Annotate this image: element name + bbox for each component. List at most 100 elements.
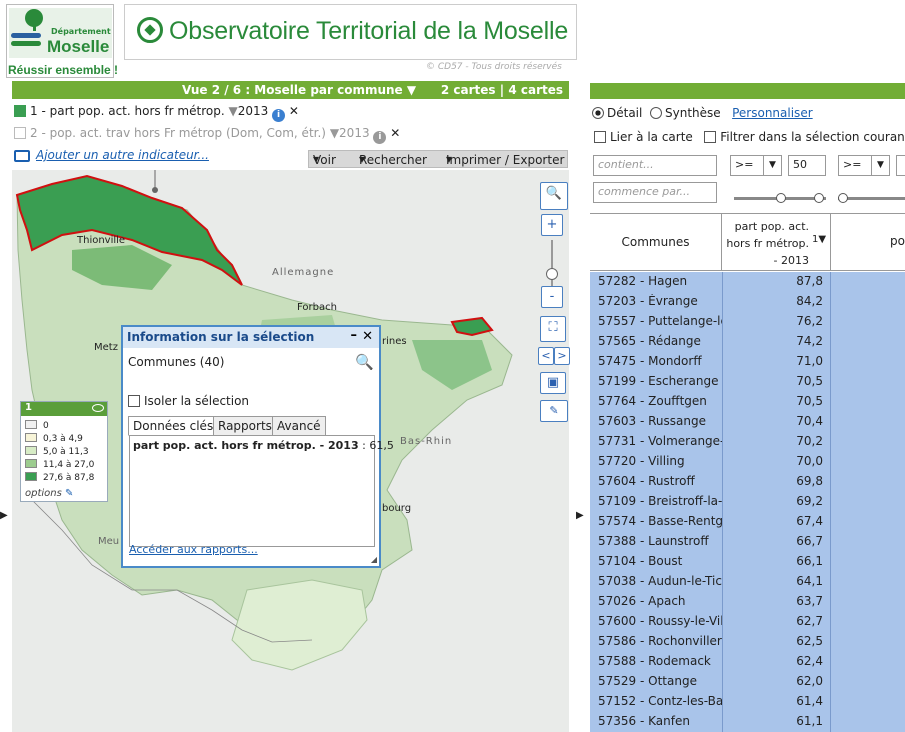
chevron-down-icon[interactable]: ▼: [871, 156, 889, 175]
table-options[interactable]: Lier à la carte Filtrer dans la sélectio…: [594, 130, 905, 144]
view-title-bar[interactable]: Vue 2 / 6 : Moselle par commune ▼ 2 cart…: [12, 81, 569, 99]
table-row[interactable]: 57720 - Villing 70,0: [590, 452, 905, 472]
view-mode-radios[interactable]: Détail Synthèse Personnaliser: [592, 106, 813, 120]
indicator-2-year[interactable]: 2013: [339, 126, 370, 140]
indicator-1-year[interactable]: 2013: [238, 104, 269, 118]
operator-select-2[interactable]: >= ▼: [838, 155, 890, 176]
column-header-communes[interactable]: Communes: [590, 214, 722, 271]
operator-select-1[interactable]: >= ▼: [730, 155, 782, 176]
info-icon[interactable]: i: [272, 109, 286, 122]
search-menu[interactable]: Rechercher ▾: [359, 152, 427, 167]
table-row[interactable]: 57574 - Basse-Rentge 67,4: [590, 512, 905, 532]
print-export-menu[interactable]: Imprimer / Exporter ▾: [446, 152, 564, 167]
middle-splitter-arrow[interactable]: ▶: [576, 510, 584, 521]
commune-name: 57574 - Basse-Rentge: [598, 514, 722, 528]
range-slider-2[interactable]: [838, 193, 905, 203]
pan-right-button[interactable]: >: [554, 347, 570, 365]
sort-indicator[interactable]: 1▼: [812, 234, 826, 245]
layers-button[interactable]: ✎: [540, 400, 568, 422]
starts-with-filter-input[interactable]: commence par...: [593, 182, 717, 203]
isolate-selection[interactable]: Isoler la sélection: [128, 394, 249, 408]
link-map-checkbox[interactable]: [594, 131, 606, 143]
indicator-checkbox[interactable]: [14, 127, 26, 139]
tab-donnees-cles[interactable]: Données clés: [128, 416, 219, 436]
table-row[interactable]: 57565 - Rédange 74,2: [590, 332, 905, 352]
detail-label[interactable]: Détail: [607, 106, 642, 120]
table-row[interactable]: 57199 - Escherange 70,5: [590, 372, 905, 392]
chevron-down-icon[interactable]: ▼: [228, 104, 237, 118]
minimize-icon[interactable]: –: [351, 328, 358, 343]
zoom-in-button[interactable]: +: [541, 214, 563, 236]
synthese-label[interactable]: Synthèse: [665, 106, 721, 120]
reports-link[interactable]: Accéder aux rapports...: [129, 543, 258, 556]
resize-handle[interactable]: ◢: [371, 555, 377, 564]
view-title[interactable]: Vue 2 / 6 : Moselle par commune ▼: [182, 83, 416, 97]
table-row[interactable]: 57475 - Mondorff 71,0: [590, 352, 905, 372]
four-cards-option[interactable]: | 4 cartes: [500, 83, 563, 97]
chevron-down-icon[interactable]: ▼: [407, 83, 416, 97]
zoom-box-button[interactable]: 🔍: [540, 182, 568, 210]
table-row[interactable]: 57764 - Zoufftgen 70,5: [590, 392, 905, 412]
close-icon[interactable]: ✕: [362, 329, 373, 344]
table-row[interactable]: 57604 - Rustroff 69,8: [590, 472, 905, 492]
link-map-label[interactable]: Lier à la carte: [610, 130, 693, 144]
camera-button[interactable]: ▣: [540, 372, 566, 394]
zoom-slider-handle[interactable]: [546, 268, 558, 280]
table-row[interactable]: 57557 - Puttelange-lès 76,2: [590, 312, 905, 332]
table-row[interactable]: 57603 - Russange 70,4: [590, 412, 905, 432]
card-count[interactable]: 2 cartes | 4 cartes: [441, 83, 563, 97]
magnifier-icon[interactable]: 🔍: [355, 353, 374, 371]
tab-rapports[interactable]: Rapports: [213, 416, 277, 436]
table-row[interactable]: 57586 - Rochonvillers 62,5: [590, 632, 905, 652]
popup-header[interactable]: Information sur la sélection: [123, 327, 379, 348]
chevron-down-icon[interactable]: ▼: [763, 156, 781, 175]
wrench-icon[interactable]: ✎: [65, 488, 73, 499]
table-row[interactable]: 57529 - Ottange 62,0: [590, 672, 905, 692]
filter-selection-checkbox[interactable]: [704, 131, 717, 143]
filter-selection-label[interactable]: Filtrer dans la sélection courante: [720, 130, 905, 144]
eye-icon[interactable]: [92, 404, 104, 412]
add-indicator-link[interactable]: Ajouter un autre indicateur...: [36, 148, 209, 162]
indicator-2[interactable]: 2 - pop. act. trav hors Fr métrop (Dom, …: [14, 126, 400, 144]
table-row[interactable]: 57600 - Roussy-le-Villa 62,7: [590, 612, 905, 632]
slider-handle-max[interactable]: [814, 193, 824, 203]
personalize-link[interactable]: Personnaliser: [732, 106, 813, 120]
table-row[interactable]: 57038 - Audun-le-Tiche 64,1: [590, 572, 905, 592]
range-slider-1[interactable]: [734, 193, 826, 203]
slider-handle-min-2[interactable]: [838, 193, 848, 203]
indicator-1[interactable]: 1 - part pop. act. hors fr métrop. ▼2013…: [14, 104, 299, 122]
left-splitter-arrow[interactable]: ▶: [0, 510, 8, 521]
table-row[interactable]: 57104 - Boust 66,1: [590, 552, 905, 572]
contains-filter-input[interactable]: contient...: [593, 155, 717, 176]
zoom-out-button[interactable]: -: [541, 286, 563, 308]
close-icon[interactable]: ✕: [390, 126, 400, 140]
table-row[interactable]: 57356 - Kanfen 61,1: [590, 712, 905, 732]
column-header-partial[interactable]: po: [890, 234, 905, 248]
table-row[interactable]: 57388 - Launstroff 66,7: [590, 532, 905, 552]
table-row[interactable]: 57203 - Évrange 84,2: [590, 292, 905, 312]
view-menu[interactable]: Voir ▾: [313, 152, 336, 167]
legend-options[interactable]: options ✎: [25, 488, 73, 499]
value-input-2[interactable]: [896, 155, 905, 176]
table-row[interactable]: 57152 - Contz-les-Bain 61,4: [590, 692, 905, 712]
table-row[interactable]: 57282 - Hagen 87,8: [590, 272, 905, 292]
chevron-down-icon[interactable]: ▼: [330, 126, 339, 140]
table-row[interactable]: 57109 - Breistroff-la-Gr 69,2: [590, 492, 905, 512]
table-row[interactable]: 57026 - Apach 63,7: [590, 592, 905, 612]
tab-avance[interactable]: Avancé: [272, 416, 326, 436]
two-cards-option[interactable]: 2 cartes: [441, 83, 496, 97]
pan-left-button[interactable]: <: [538, 347, 554, 365]
indicator-color-swatch[interactable]: [14, 105, 26, 117]
slider-handle-min[interactable]: [776, 193, 786, 203]
fullscreen-button[interactable]: ⛶: [540, 316, 566, 342]
table-row[interactable]: 57588 - Rodemack 62,4: [590, 652, 905, 672]
detail-radio[interactable]: [592, 107, 604, 119]
table-row[interactable]: 57731 - Volmerange-le 70,2: [590, 432, 905, 452]
synthese-radio[interactable]: [650, 107, 662, 119]
isolate-checkbox[interactable]: [128, 395, 140, 407]
value-input-1[interactable]: 50: [788, 155, 826, 176]
close-icon[interactable]: ✕: [289, 104, 299, 118]
column-header-indicator[interactable]: part pop. act. hors fr métrop. - 2013: [723, 218, 813, 269]
info-icon[interactable]: i: [373, 131, 387, 144]
folder-icon[interactable]: [14, 150, 30, 162]
